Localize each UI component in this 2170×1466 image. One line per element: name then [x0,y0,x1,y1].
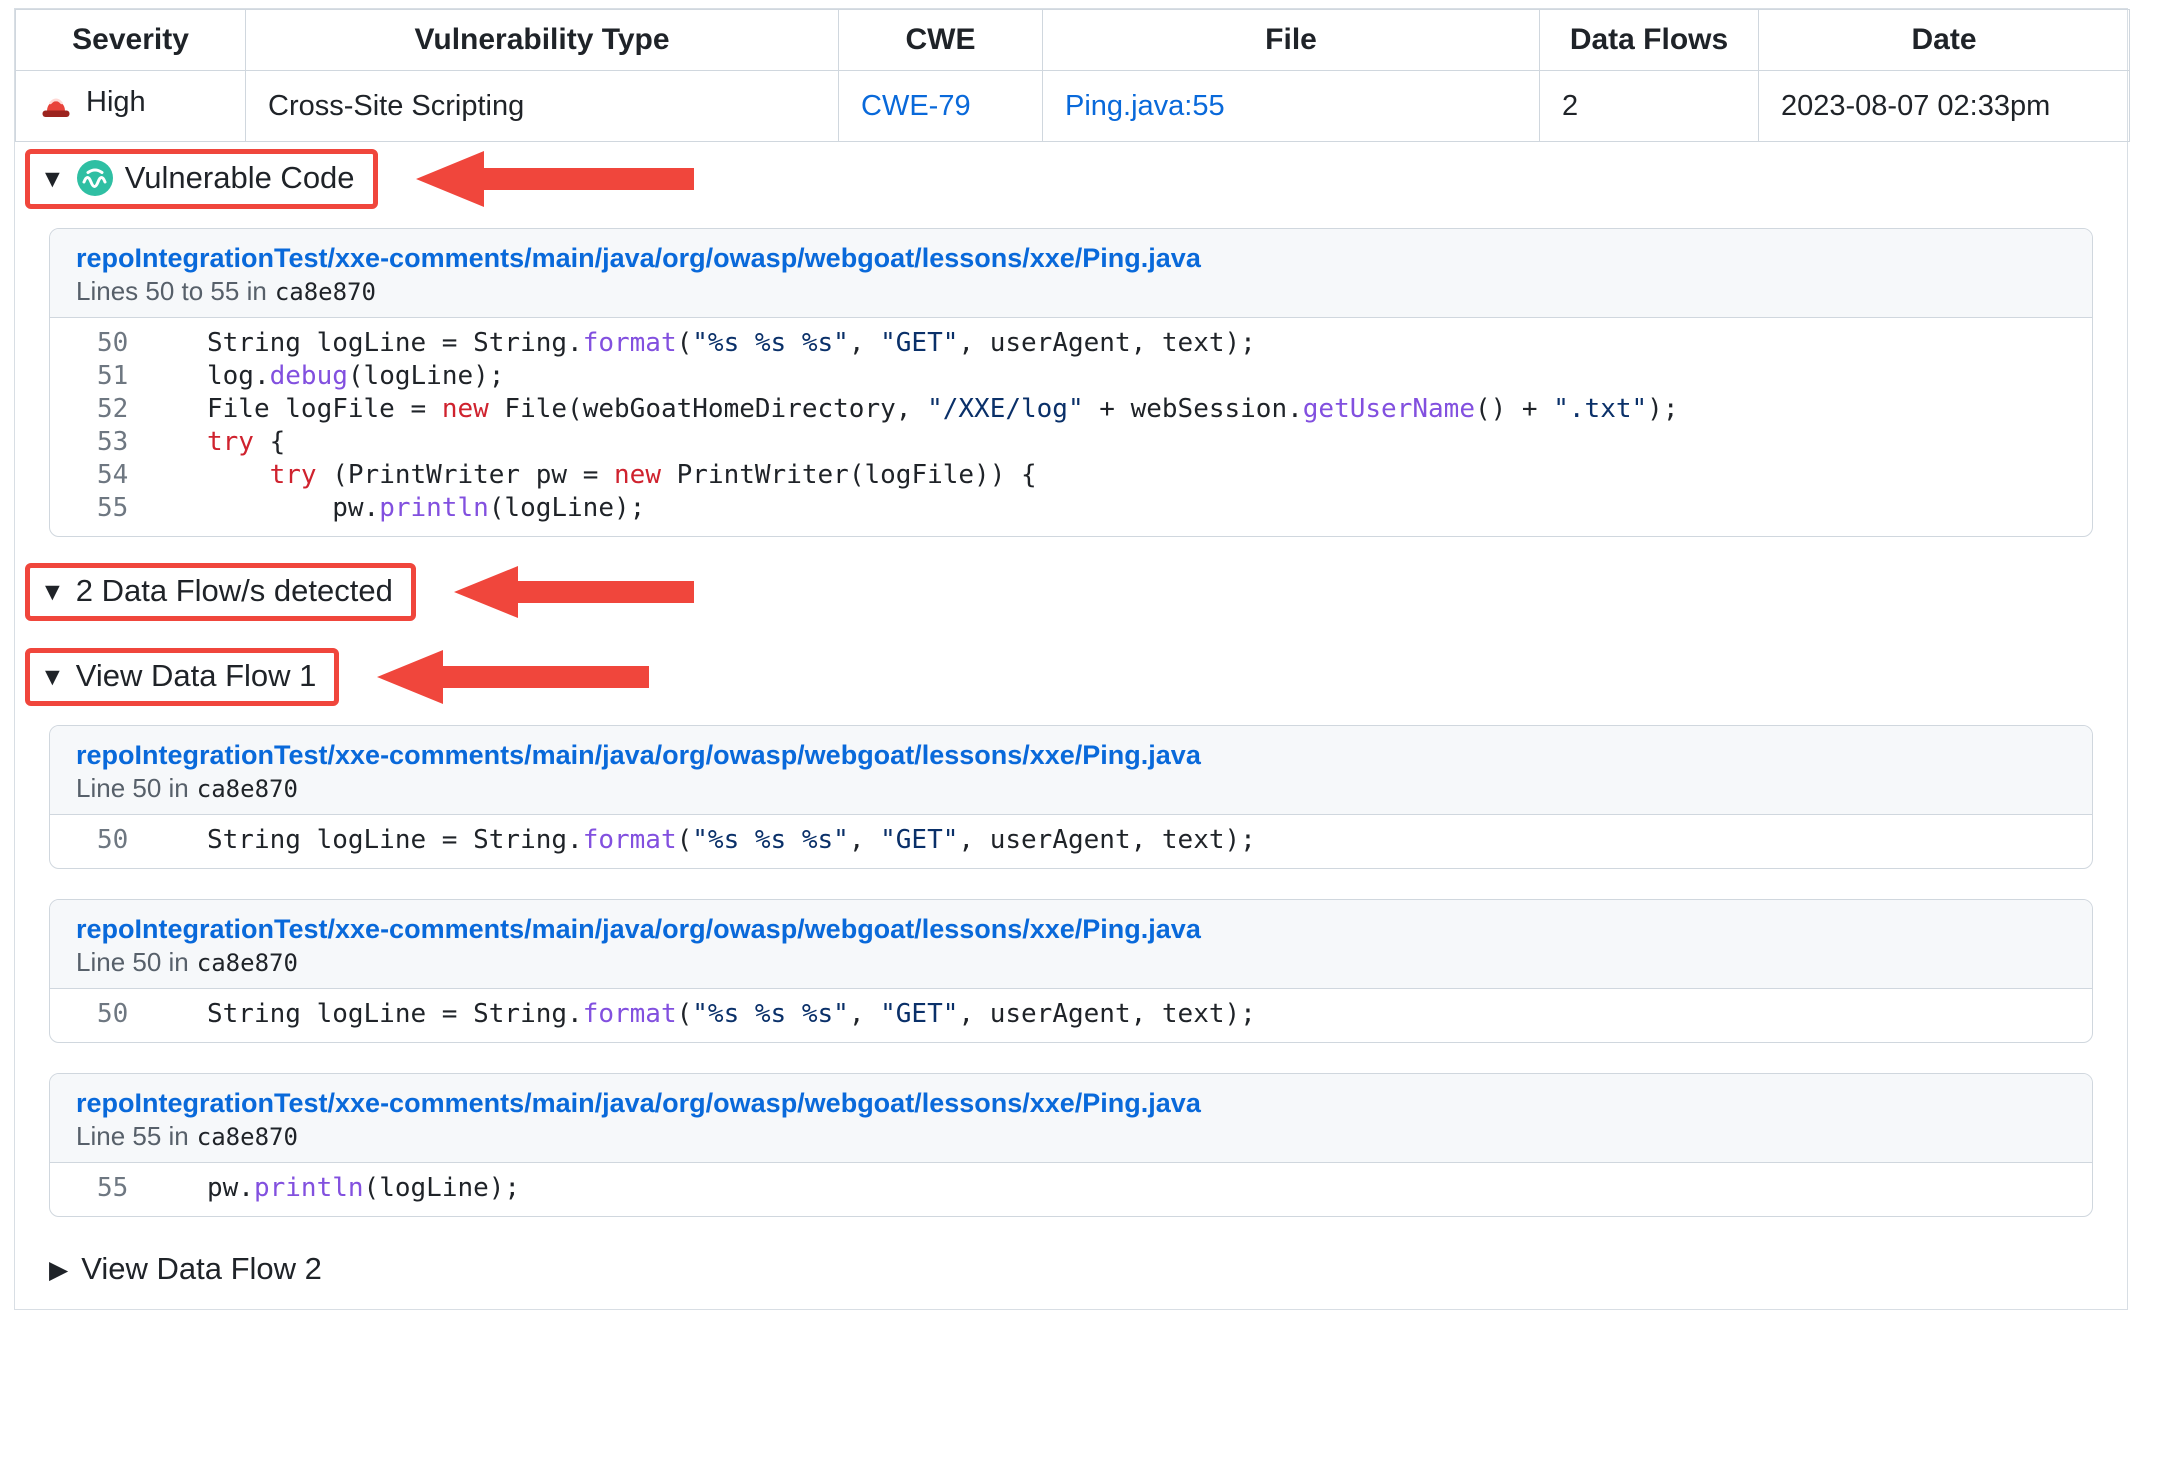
line-info: Line 55 in ca8e870 [76,1121,2066,1152]
triangle-down-icon: ▼ [40,665,65,690]
col-header-cwe: CWE [839,10,1043,71]
line-number: 53 [50,426,175,459]
summary-label: View Data Flow 2 [81,1251,322,1287]
summary-label: 2 Data Flow/s detected [76,573,393,609]
code-line: 55 pw.println(logLine); [50,492,2092,525]
col-header-vulnerability-type: Vulnerability Type [246,10,839,71]
line-number: 55 [50,492,175,525]
code-block-header: repoIntegrationTest/xxe-comments/main/ja… [50,900,2092,989]
table-header-row: Severity Vulnerability Type CWE File Dat… [16,10,2130,71]
date-cell: 2023-08-07 02:33pm [1759,71,2130,142]
line-range-label: Lines 50 to 55 in [76,276,267,306]
vulnerable-code-summary[interactable]: ▼ Vulnerable Code [40,159,355,197]
code-line: 51log.debug(logLine); [50,360,2092,393]
triangle-down-icon: ▼ [40,580,65,605]
commit-sha: ca8e870 [275,278,376,306]
annotation-box-vulnerable-code: ▼ Vulnerable Code [25,149,378,209]
code-block-flow-step: repoIntegrationTest/xxe-comments/main/ja… [49,725,2093,869]
code-text: pw.println(logLine); [175,492,645,525]
line-number: 50 [50,998,175,1031]
severity-cell: High [16,71,246,142]
cwe-cell: CWE-79 [839,71,1043,142]
code-text: String logLine = String.format("%s %s %s… [175,327,1256,360]
line-info: Line 50 in ca8e870 [76,773,2066,804]
file-location-link[interactable]: Ping.java:55 [1065,90,1225,122]
vulnerability-table: Severity Vulnerability Type CWE File Dat… [15,9,2130,142]
data-flows-row: ▼ 2 Data Flow/s detected [25,563,2093,621]
col-header-date: Date [1759,10,2130,71]
annotation-arrow-icon [454,563,694,621]
annotation-arrow-icon [377,647,649,707]
line-number: 54 [50,459,175,492]
file-path-link[interactable]: repoIntegrationTest/xxe-comments/main/ja… [76,739,1201,771]
annotation-arrow-icon [416,148,694,210]
view-data-flow-1-row: ▼ View Data Flow 1 [25,647,2093,707]
file-path-link[interactable]: repoIntegrationTest/xxe-comments/main/ja… [76,242,1201,274]
code-line: 50String logLine = String.format("%s %s … [50,327,2092,360]
code-line: 54 try (PrintWriter pw = new PrintWriter… [50,459,2092,492]
file-path-link[interactable]: repoIntegrationTest/xxe-comments/main/ja… [76,1087,1201,1119]
file-cell: Ping.java:55 [1043,71,1540,142]
code-lines: 55pw.println(logLine); [50,1163,2092,1216]
col-header-severity: Severity [16,10,246,71]
line-number: 50 [50,327,175,360]
code-text: try { [175,426,285,459]
code-lines: 50String logLine = String.format("%s %s … [50,815,2092,868]
code-block-header: repoIntegrationTest/xxe-comments/main/ja… [50,726,2092,815]
code-text: File logFile = new File(webGoatHomeDirec… [175,393,1678,426]
line-number: 51 [50,360,175,393]
line-range-label: Line 50 in [76,773,189,803]
code-text: pw.println(logLine); [175,1172,520,1205]
line-info: Lines 50 to 55 in ca8e870 [76,276,2066,307]
col-header-file: File [1043,10,1540,71]
code-text: String logLine = String.format("%s %s %s… [175,998,1256,1031]
vulnerable-code-row: ▼ Vulnerable Code [25,148,2093,210]
code-block-header: repoIntegrationTest/xxe-comments/main/ja… [50,229,2092,318]
severity-label: High [86,86,146,119]
summary-label: Vulnerable Code [125,160,355,196]
scanner-logo-icon [76,159,114,197]
cwe-link[interactable]: CWE-79 [861,90,971,122]
triangle-right-icon: ▶ [49,1258,68,1283]
vulnerability-type-cell: Cross-Site Scripting [246,71,839,142]
code-block-flow-step: repoIntegrationTest/xxe-comments/main/ja… [49,899,2093,1043]
code-lines: 50String logLine = String.format("%s %s … [50,989,2092,1042]
data-flows-cell: 2 [1540,71,1759,142]
code-line: 53try { [50,426,2092,459]
code-block-vulnerable: repoIntegrationTest/xxe-comments/main/ja… [49,228,2093,537]
line-number: 52 [50,393,175,426]
triangle-down-icon: ▼ [40,167,65,192]
code-block-flow-step: repoIntegrationTest/xxe-comments/main/ja… [49,1073,2093,1217]
report-body: ▼ Vulnerable Code [15,142,2127,1309]
line-info: Line 50 in ca8e870 [76,947,2066,978]
file-path-link[interactable]: repoIntegrationTest/xxe-comments/main/ja… [76,913,1201,945]
annotation-box-data-flows: ▼ 2 Data Flow/s detected [25,563,416,621]
code-line: 55pw.println(logLine); [50,1172,2092,1205]
col-header-data-flows: Data Flows [1540,10,1759,71]
code-line: 52File logFile = new File(webGoatHomeDir… [50,393,2092,426]
code-line: 50String logLine = String.format("%s %s … [50,824,2092,857]
view-data-flow-1-summary[interactable]: ▼ View Data Flow 1 [40,658,316,694]
line-number: 55 [50,1172,175,1205]
code-line: 50String logLine = String.format("%s %s … [50,998,2092,1031]
annotation-box-view-flow-1: ▼ View Data Flow 1 [25,648,339,706]
commit-sha: ca8e870 [197,775,298,803]
page: Severity Vulnerability Type CWE File Dat… [0,0,2170,1466]
summary-label: View Data Flow 1 [76,658,317,694]
line-number: 50 [50,824,175,857]
line-range-label: Line 55 in [76,1121,189,1151]
code-text: log.debug(logLine); [175,360,504,393]
code-text: String logLine = String.format("%s %s %s… [175,824,1256,857]
vulnerability-report: Severity Vulnerability Type CWE File Dat… [14,8,2128,1310]
code-lines: 50String logLine = String.format("%s %s … [50,318,2092,536]
commit-sha: ca8e870 [197,949,298,977]
code-text: try (PrintWriter pw = new PrintWriter(lo… [175,459,1037,492]
line-range-label: Line 50 in [76,947,189,977]
commit-sha: ca8e870 [197,1123,298,1151]
data-flows-summary[interactable]: ▼ 2 Data Flow/s detected [40,573,393,609]
vulnerability-row: High Cross-Site Scripting CWE-79 Ping.ja… [16,71,2130,142]
siren-icon [38,84,74,120]
view-data-flow-2-summary[interactable]: ▶ View Data Flow 2 [49,1251,322,1287]
code-block-header: repoIntegrationTest/xxe-comments/main/ja… [50,1074,2092,1163]
